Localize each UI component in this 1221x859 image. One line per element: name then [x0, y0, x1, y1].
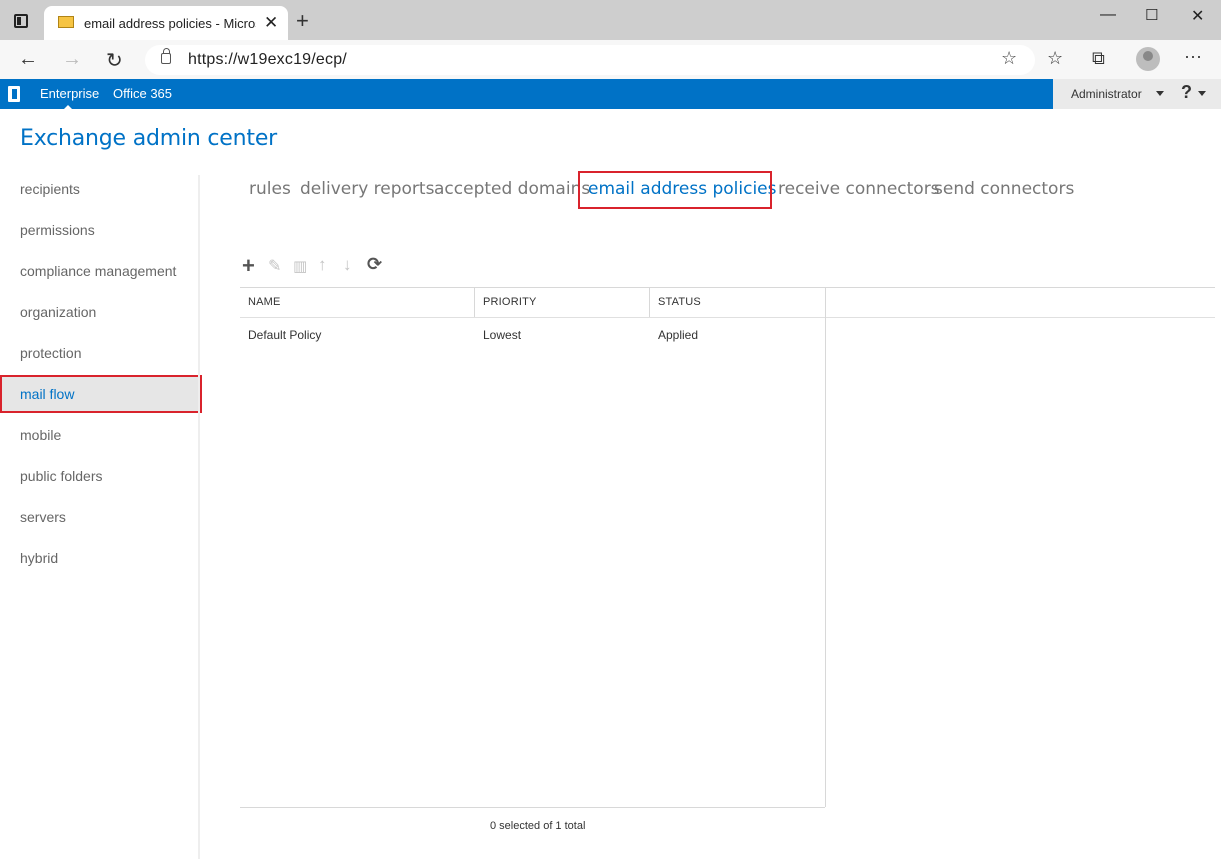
suite-link-office365[interactable]: Office 365: [113, 86, 172, 101]
page-title: Exchange admin center: [20, 126, 277, 151]
tab-actions-icon[interactable]: [14, 14, 28, 28]
back-icon[interactable]: ←: [18, 48, 38, 71]
nav-item-hybrid[interactable]: hybrid: [0, 539, 202, 577]
close-window-icon[interactable]: ✕: [1191, 6, 1204, 26]
nav-item-mobile[interactable]: mobile: [0, 416, 202, 454]
favorites-icon[interactable]: ☆: [1047, 48, 1063, 69]
nav-item-permissions[interactable]: permissions: [0, 211, 202, 249]
minimize-icon[interactable]: —: [1100, 6, 1116, 24]
nav-item-recipients[interactable]: recipients: [0, 170, 202, 208]
user-name[interactable]: Administrator: [1071, 87, 1142, 101]
maximize-icon[interactable]: ☐: [1145, 6, 1158, 24]
nav-item-organization[interactable]: organization: [0, 293, 202, 331]
browser-tab-bar: email address policies - Microsof ✕ + — …: [0, 0, 1221, 40]
selected-tab-highlight: [578, 171, 772, 209]
move-up-icon[interactable]: ↑: [318, 255, 327, 275]
url-field[interactable]: https://w19exc19/ecp/ ☆: [145, 45, 1035, 75]
tab-delivery-reports[interactable]: delivery reports: [300, 179, 434, 199]
active-link-indicator: [64, 105, 72, 109]
user-menu[interactable]: Administrator ?: [1053, 79, 1221, 109]
refresh-icon[interactable]: ⟳: [367, 254, 382, 275]
lock-icon[interactable]: [161, 48, 171, 64]
cell-priority[interactable]: Lowest: [483, 328, 521, 342]
help-icon[interactable]: ?: [1181, 82, 1192, 103]
tab-send-connectors[interactable]: send connectors: [934, 179, 1074, 199]
table-bottom-border: [240, 807, 825, 808]
column-header-priority[interactable]: PRIORITY: [483, 296, 537, 308]
nav-item-public-folders[interactable]: public folders: [0, 457, 202, 495]
profile-avatar[interactable]: [1136, 47, 1160, 71]
edit-icon[interactable]: ✎: [268, 256, 281, 276]
collections-icon[interactable]: ⧉: [1092, 48, 1105, 69]
nav-item-compliance-management[interactable]: compliance management: [0, 252, 202, 290]
table-top-border: [240, 287, 1215, 288]
add-icon[interactable]: +: [242, 253, 255, 279]
details-pane-divider: [825, 288, 826, 807]
url-text[interactable]: https://w19exc19/ecp/: [188, 51, 347, 69]
cell-name[interactable]: Default Policy: [248, 328, 321, 342]
user-dropdown-icon[interactable]: [1156, 91, 1164, 96]
exchange-favicon-icon: [58, 16, 74, 28]
tab-receive-connectors[interactable]: receive connectors: [778, 179, 940, 199]
new-tab-icon[interactable]: +: [296, 8, 309, 34]
column-header-status[interactable]: STATUS: [658, 296, 701, 308]
help-dropdown-icon[interactable]: [1198, 91, 1206, 96]
cell-status[interactable]: Applied: [658, 328, 698, 342]
tab-title: email address policies - Microsof: [84, 16, 256, 31]
nav-item-mail-flow[interactable]: mail flow: [0, 375, 202, 413]
nav-divider: [198, 175, 200, 859]
table-header-border: [240, 317, 1215, 318]
address-bar-row: ← → ↻ https://w19exc19/ecp/ ☆ ☆ ⧉ ···: [0, 40, 1221, 79]
suite-header: Enterprise Office 365 Administrator ?: [0, 79, 1221, 109]
suite-link-enterprise[interactable]: Enterprise: [40, 86, 99, 101]
forward-icon[interactable]: →: [62, 48, 82, 71]
more-icon[interactable]: ···: [1184, 46, 1202, 67]
browser-tab[interactable]: email address policies - Microsof ✕: [44, 6, 288, 40]
tab-rules[interactable]: rules: [249, 179, 291, 199]
column-separator: [649, 288, 650, 317]
delete-icon[interactable]: ▥: [293, 257, 307, 275]
nav-item-protection[interactable]: protection: [0, 334, 202, 372]
nav-item-servers[interactable]: servers: [0, 498, 202, 536]
tab-close-icon[interactable]: ✕: [264, 13, 278, 33]
refresh-page-icon[interactable]: ↻: [106, 48, 123, 73]
office-logo-icon[interactable]: [8, 86, 20, 102]
selection-count: 0 selected of 1 total: [490, 820, 586, 832]
column-header-name[interactable]: NAME: [248, 296, 281, 308]
tab-accepted-domains[interactable]: accepted domains: [434, 179, 590, 199]
move-down-icon[interactable]: ↓: [343, 255, 352, 275]
add-favorite-icon[interactable]: ☆: [1001, 48, 1017, 69]
column-separator: [474, 288, 475, 317]
